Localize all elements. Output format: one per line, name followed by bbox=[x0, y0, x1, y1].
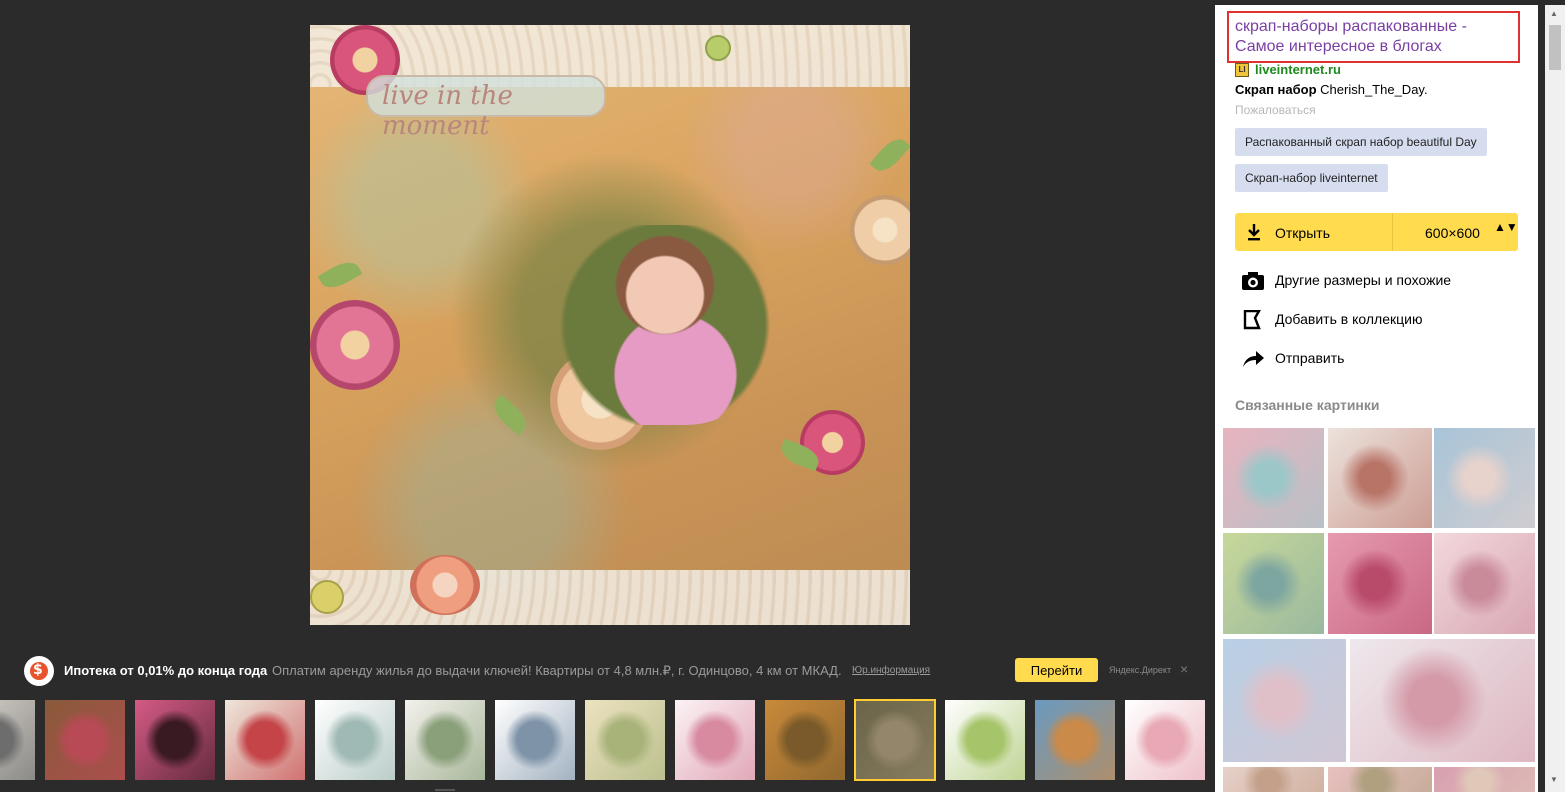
related-image[interactable] bbox=[1223, 428, 1324, 528]
related-image[interactable] bbox=[1328, 767, 1432, 792]
other-sizes-action[interactable]: Другие размеры и похожие bbox=[1235, 269, 1495, 291]
flower-decoration bbox=[850, 195, 910, 265]
source-link[interactable]: liveinternet.ru bbox=[1255, 62, 1341, 77]
lace-decoration-bottom bbox=[310, 570, 910, 625]
thumbnail[interactable] bbox=[45, 700, 125, 780]
related-image[interactable] bbox=[1223, 533, 1324, 634]
scroll-down-icon[interactable]: ▼ bbox=[1550, 775, 1558, 784]
tag-liveinternet[interactable]: Скрап-набор liveinternet bbox=[1235, 164, 1388, 192]
camera-icon bbox=[1242, 272, 1264, 290]
add-to-collection-label: Добавить в коллекцию bbox=[1275, 311, 1423, 327]
thumbnail[interactable] bbox=[135, 700, 215, 780]
image-description: Скрап набор Cherish_The_Day. bbox=[1235, 82, 1428, 97]
page-title-link[interactable]: скрап-наборы распакованные - Самое интер… bbox=[1235, 17, 1515, 57]
related-images-title: Связанные картинки bbox=[1235, 397, 1380, 413]
image-caption-tag: live in the moment bbox=[366, 75, 606, 141]
size-select[interactable]: 600×600 bbox=[1425, 225, 1480, 241]
strip-scroll-indicator bbox=[435, 789, 455, 791]
thumbnail-strip bbox=[0, 699, 1215, 781]
thumbnail-active[interactable] bbox=[854, 699, 936, 781]
thumbnail[interactable] bbox=[585, 700, 665, 780]
button-decoration bbox=[310, 580, 344, 614]
info-panel: скрап-наборы распакованные - Самое интер… bbox=[1215, 5, 1538, 792]
description-bold: Скрап набор bbox=[1235, 82, 1317, 97]
thumbnail[interactable] bbox=[405, 700, 485, 780]
share-icon bbox=[1243, 351, 1264, 367]
ad-go-button[interactable]: Перейти bbox=[1015, 658, 1098, 682]
description-rest: Cherish_The_Day. bbox=[1316, 82, 1428, 97]
related-image[interactable] bbox=[1434, 428, 1535, 528]
ad-title[interactable]: Ипотека от 0,01% до конца года bbox=[64, 663, 267, 678]
related-image[interactable] bbox=[1434, 767, 1535, 792]
scroll-up-icon[interactable]: ▲ bbox=[1550, 9, 1558, 18]
flower-decoration bbox=[410, 555, 480, 615]
thumbnail[interactable] bbox=[765, 700, 845, 780]
thumbnail[interactable] bbox=[225, 700, 305, 780]
child-photo bbox=[560, 225, 770, 425]
ad-brand-label[interactable]: Яндекс.Директ bbox=[1109, 665, 1171, 675]
ad-text[interactable]: Оплатим аренду жилья до выдачи ключей! К… bbox=[272, 663, 842, 679]
leaf-decoration bbox=[488, 394, 532, 436]
related-image[interactable] bbox=[1328, 533, 1432, 634]
download-icon bbox=[1248, 224, 1260, 241]
flower-decoration bbox=[310, 300, 400, 390]
related-image[interactable] bbox=[1434, 533, 1535, 634]
thumbnail[interactable] bbox=[495, 700, 575, 780]
related-image[interactable] bbox=[1328, 428, 1432, 528]
open-button[interactable]: Открыть 600×600 ▲▼ bbox=[1235, 213, 1518, 251]
open-label: Открыть bbox=[1275, 225, 1330, 241]
ad-legal-link[interactable]: Юр.информация bbox=[852, 665, 930, 676]
image-viewer: live in the moment Ипотека от 0,01% до к… bbox=[0, 0, 1215, 792]
share-action[interactable]: Отправить bbox=[1235, 347, 1495, 369]
complain-link[interactable]: Пожаловаться bbox=[1235, 103, 1316, 117]
related-image[interactable] bbox=[1350, 639, 1535, 762]
thumbnail[interactable] bbox=[315, 700, 395, 780]
panel-scrollbar[interactable]: ▲ ▼ bbox=[1545, 5, 1565, 792]
tag-beautiful-day[interactable]: Распакованный скрап набор beautiful Day bbox=[1235, 128, 1487, 156]
open-button-divider bbox=[1392, 213, 1393, 251]
button-decoration bbox=[705, 35, 731, 61]
share-label: Отправить bbox=[1275, 350, 1345, 366]
thumbnail[interactable] bbox=[1125, 700, 1205, 780]
thumbnail[interactable] bbox=[675, 700, 755, 780]
thumbnail[interactable] bbox=[945, 700, 1025, 780]
thumbnail[interactable] bbox=[0, 700, 35, 780]
related-image[interactable] bbox=[1223, 767, 1324, 792]
leaf-decoration bbox=[869, 133, 910, 177]
add-to-collection-action[interactable]: Добавить в коллекцию bbox=[1235, 308, 1495, 330]
liveinternet-icon: LI bbox=[1235, 63, 1249, 77]
thumbnail[interactable] bbox=[1035, 700, 1115, 780]
ad-logo-icon[interactable] bbox=[24, 656, 54, 686]
leaf-decoration bbox=[317, 256, 363, 294]
other-sizes-label: Другие размеры и похожие bbox=[1275, 272, 1452, 288]
related-image[interactable] bbox=[1223, 639, 1346, 762]
ad-banner: Ипотека от 0,01% до конца года Оплатим а… bbox=[0, 652, 1215, 690]
close-icon[interactable]: × bbox=[1180, 661, 1188, 677]
collection-icon bbox=[1243, 310, 1261, 330]
scroll-thumb[interactable] bbox=[1549, 25, 1561, 70]
size-select-arrows-icon[interactable]: ▲▼ bbox=[1494, 221, 1518, 233]
main-image[interactable]: live in the moment bbox=[310, 25, 910, 625]
